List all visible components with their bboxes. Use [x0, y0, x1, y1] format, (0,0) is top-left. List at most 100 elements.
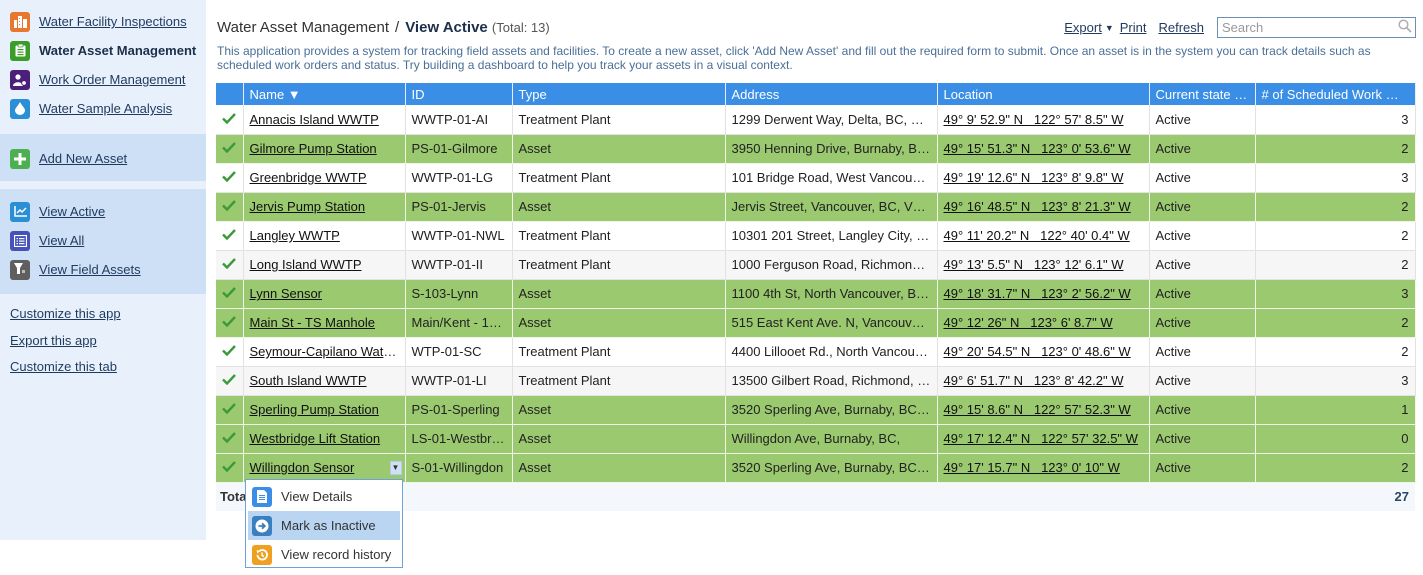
table-row[interactable]: Gilmore Pump Station PS-01-Gilmore Asset 39…	[216, 134, 1416, 164]
table-row[interactable]: Sperling Pump Station PS-01-Sperling Asset…	[216, 395, 1416, 425]
checkmark-icon	[222, 315, 237, 330]
sidebar-view-field-assets[interactable]: View Field Assets	[0, 255, 206, 284]
asset-name-link[interactable]: Seymour-Capilano Water…	[250, 344, 405, 359]
id-cell: WWTP-01-LG	[405, 163, 513, 193]
location-link[interactable]: 49° 19' 12.6" N 123° 8' 9.8" W	[944, 170, 1124, 185]
column-header-location[interactable]: Location	[937, 83, 1150, 105]
table-row[interactable]: Lynn Sensor S-103-Lynn Asset 1100 4th St, N…	[216, 279, 1416, 309]
type-cell: Treatment Plant	[512, 250, 726, 280]
address-cell: 10301 201 Street, Langley City, B…	[725, 221, 938, 251]
print-button[interactable]: Print	[1120, 20, 1147, 35]
asset-name-link[interactable]: Lynn Sensor	[250, 286, 323, 301]
asset-name-link[interactable]: Langley WWTP	[250, 228, 340, 243]
total-value: 27	[1255, 482, 1415, 511]
row-menu-dropdown-button[interactable]: ▼	[389, 460, 402, 475]
location-link[interactable]: 49° 18' 31.7" N 123° 2' 56.2" W	[944, 286, 1131, 301]
work-order-count-cell: 3	[1255, 105, 1416, 135]
location-link[interactable]: 49° 13' 5.5" N 123° 12' 6.1" W	[944, 257, 1124, 272]
id-cell: WWTP-01-AI	[405, 105, 513, 135]
search-input[interactable]	[1222, 20, 1398, 35]
export-app-link[interactable]: Export this app	[10, 331, 206, 358]
customize-app-link[interactable]: Customize this app	[10, 304, 206, 331]
location-cell: 49° 15' 51.3" N 123° 0' 53.6" W	[937, 134, 1150, 164]
add-new-asset-button[interactable]: Add New Asset	[0, 144, 206, 173]
asset-name-link[interactable]: Willingdon Sensor	[250, 460, 355, 475]
asset-name-link[interactable]: South Island WWTP	[250, 373, 367, 388]
document-icon	[252, 486, 272, 507]
table-row[interactable]: Main St - TS Manhole Main/Kent - 10… Asset…	[216, 308, 1416, 338]
state-cell: Active	[1149, 250, 1256, 280]
menu-item-label: View Details	[281, 489, 353, 504]
table-row[interactable]: South Island WWTP WWTP-01-LI Treatment Pla…	[216, 366, 1416, 396]
location-cell: 49° 15' 8.6" N 122° 57' 52.3" W	[937, 395, 1150, 425]
sidebar-app-water-asset-management[interactable]: Water Asset Management	[0, 36, 206, 65]
asset-name-link[interactable]: Long Island WWTP	[250, 257, 362, 272]
menu-item-view-details[interactable]: View Details	[248, 482, 400, 511]
asset-name-link[interactable]: Gilmore Pump Station	[250, 141, 377, 156]
work-order-count-cell: 2	[1255, 192, 1416, 222]
export-caret-icon[interactable]: ▼	[1105, 23, 1114, 33]
location-link[interactable]: 49° 9' 52.9" N 122° 57' 8.5" W	[944, 112, 1124, 127]
line-chart-icon	[10, 201, 30, 222]
table-row[interactable]: Willingdon Sensor ▼ S-01-Willingdon Asset 35…	[216, 453, 1416, 483]
id-cell: PS-01-Jervis	[405, 192, 513, 222]
customize-tab-link[interactable]: Customize this tab	[10, 357, 206, 384]
table-row[interactable]: Greenbridge WWTP WWTP-01-LG Treatment Plan…	[216, 163, 1416, 193]
asset-name-link[interactable]: Sperling Pump Station	[250, 402, 379, 417]
column-header-address[interactable]: Address	[725, 83, 938, 105]
address-cell: 3520 Sperling Ave, Burnaby, BC, …	[725, 453, 938, 483]
location-link[interactable]: 49° 11' 20.2" N 122° 40' 0.4" W	[944, 228, 1130, 243]
column-header-id[interactable]: ID	[405, 83, 513, 105]
asset-name-link[interactable]: Main St - TS Manhole	[250, 315, 375, 330]
asset-name-link[interactable]: Jervis Pump Station	[250, 199, 366, 214]
breadcrumb-separator: /	[395, 19, 400, 36]
assets-table: Name ▼ ID Type Address Location Current …	[216, 83, 1416, 511]
location-link[interactable]: 49° 15' 8.6" N 122° 57' 52.3" W	[944, 402, 1131, 417]
location-link[interactable]: 49° 17' 12.4" N 122° 57' 32.5" W	[944, 431, 1138, 446]
location-link[interactable]: 49° 17' 15.7" N 123° 0' 10" W	[944, 460, 1120, 475]
location-link[interactable]: 49° 15' 51.3" N 123° 0' 53.6" W	[944, 141, 1131, 156]
state-cell: Active	[1149, 424, 1256, 454]
asset-name-link[interactable]: Annacis Island WWTP	[250, 112, 379, 127]
address-cell: 3950 Henning Drive, Burnaby, BC,…	[725, 134, 938, 164]
checkmark-icon	[222, 228, 237, 243]
name-cell: Lynn Sensor	[243, 279, 406, 309]
row-status-cell	[216, 134, 244, 164]
address-cell: 13500 Gilbert Road, Richmond, B…	[725, 366, 938, 396]
table-row[interactable]: Westbridge Lift Station LS-01-Westbrid… As…	[216, 424, 1416, 454]
record-total: (Total: 13)	[491, 20, 550, 35]
location-link[interactable]: 49° 20' 54.5" N 123° 0' 48.6" W	[944, 344, 1131, 359]
search-icon[interactable]	[1398, 19, 1412, 36]
table-row[interactable]: Langley WWTP WWTP-01-NWL Treatment Plant 10…	[216, 221, 1416, 251]
sidebar-app-water-facility-inspections[interactable]: Water Facility Inspections	[0, 7, 206, 36]
refresh-button[interactable]: Refresh	[1158, 20, 1204, 35]
checkmark-icon	[222, 402, 237, 417]
history-icon	[252, 544, 272, 565]
location-link[interactable]: 49° 6' 51.7" N 123° 8' 42.2" W	[944, 373, 1124, 388]
asset-name-link[interactable]: Greenbridge WWTP	[250, 170, 367, 185]
state-cell: Active	[1149, 163, 1256, 193]
table-row[interactable]: Seymour-Capilano Water… WTP-01-SC Treatmen…	[216, 337, 1416, 367]
location-link[interactable]: 49° 12' 26" N 123° 6' 8.7" W	[944, 315, 1113, 330]
sidebar-view-all[interactable]: View All	[0, 226, 206, 255]
column-header-work-orders[interactable]: # of Scheduled Work Or…	[1255, 83, 1416, 105]
table-row[interactable]: Long Island WWTP WWTP-01-II Treatment Plan…	[216, 250, 1416, 280]
column-header-type[interactable]: Type	[512, 83, 726, 105]
menu-item-label: View record history	[281, 547, 392, 562]
location-cell: 49° 13' 5.5" N 123° 12' 6.1" W	[937, 250, 1150, 280]
location-link[interactable]: 49° 16' 48.5" N 123° 8' 21.3" W	[944, 199, 1131, 214]
sidebar-app-water-sample-analysis[interactable]: Water Sample Analysis	[0, 94, 206, 123]
menu-item-mark-inactive[interactable]: Mark as Inactive	[248, 511, 400, 540]
breadcrumb-app[interactable]: Water Asset Management	[217, 19, 389, 36]
table-row[interactable]: Annacis Island WWTP WWTP-01-AI Treatment P…	[216, 105, 1416, 135]
sidebar-view-active[interactable]: View Active	[0, 197, 206, 226]
export-button[interactable]: Export	[1064, 20, 1102, 35]
menu-item-record-history[interactable]: View record history	[248, 540, 400, 569]
column-header-name[interactable]: Name ▼	[243, 83, 406, 105]
table-row[interactable]: Jervis Pump Station PS-01-Jervis Asset Jerv…	[216, 192, 1416, 222]
asset-name-link[interactable]: Westbridge Lift Station	[250, 431, 381, 446]
type-cell: Asset	[512, 395, 726, 425]
column-header-state[interactable]: Current state n…	[1149, 83, 1256, 105]
id-cell: WWTP-01-LI	[405, 366, 513, 396]
sidebar-app-work-order-management[interactable]: Work Order Management	[0, 65, 206, 94]
